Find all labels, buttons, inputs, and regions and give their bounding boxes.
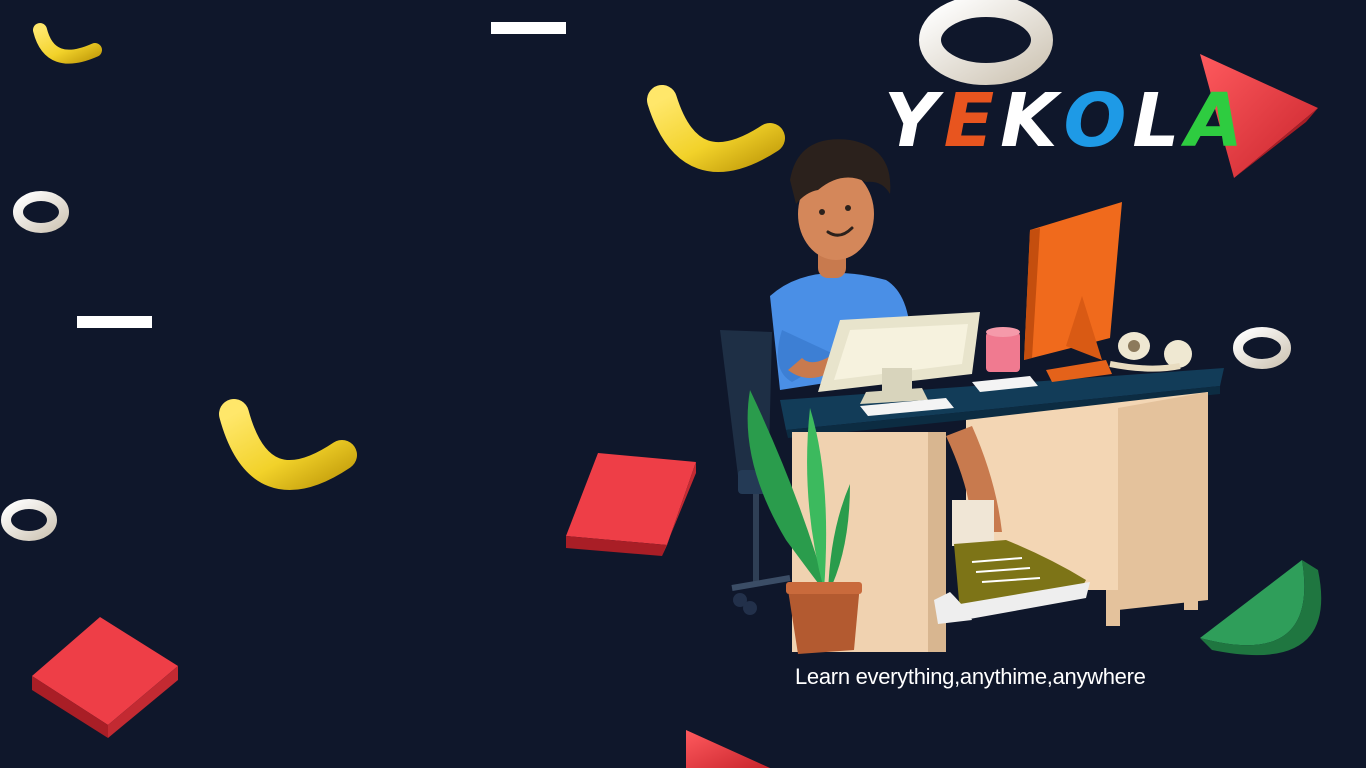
tagline: Learn everything,anythime,anywhere <box>795 664 1146 689</box>
torus-decoration <box>919 0 1053 85</box>
torus-decoration <box>1233 327 1291 369</box>
brand-letter-k: K <box>1000 78 1060 164</box>
cube-decoration <box>566 453 696 556</box>
brand-logo: Y E K O L A <box>884 84 1245 158</box>
brand-letter-y: Y <box>884 78 940 164</box>
hero-illustration <box>720 139 1224 654</box>
dash-decoration <box>77 316 152 328</box>
orange-monitor <box>1024 202 1122 382</box>
tube-decoration <box>33 23 102 64</box>
landing-banner: Y E K O L A Learn everything,anythime,an… <box>0 0 1366 768</box>
headphones <box>1109 332 1192 372</box>
brand-letter-l: L <box>1132 78 1182 164</box>
brand-letter-e: E <box>943 78 997 164</box>
tube-decoration <box>219 399 357 490</box>
brand-letter-o: O <box>1063 78 1129 164</box>
cube-decoration <box>32 617 178 738</box>
torus-decoration <box>13 191 69 233</box>
cone-decoration <box>686 730 770 768</box>
mug <box>986 327 1020 372</box>
torus-decoration <box>1 499 57 541</box>
brand-letter-a: A <box>1185 78 1245 164</box>
dash-decoration <box>491 22 566 34</box>
